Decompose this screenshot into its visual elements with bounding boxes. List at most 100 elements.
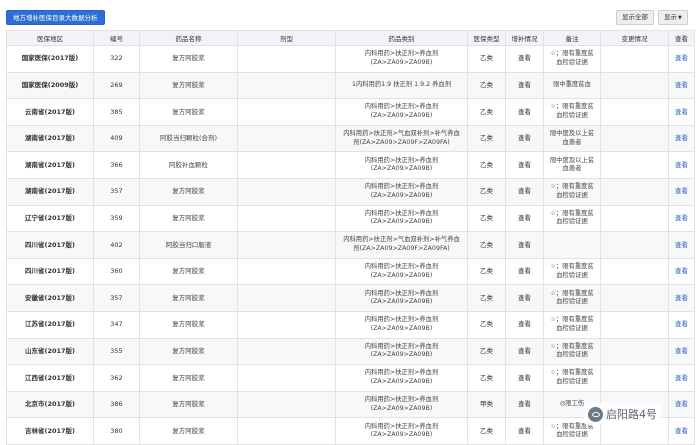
note-line: ☆；限有重度贫 — [550, 369, 594, 377]
cell-drug-category: 内科用药>扶正剂>养血剂 (ZA>ZA09>ZA09B) — [335, 284, 468, 312]
header-region[interactable]: 医保地区 — [6, 30, 94, 46]
table-body: 国家医保(2017版) 322 复方阿胶浆 内科用药>扶正剂>养血剂 (ZA>ZA09>… — [6, 45, 695, 445]
header-view[interactable]: 查看 — [668, 30, 695, 46]
view-link[interactable]: 查看 — [668, 390, 695, 419]
view-link[interactable]: 查看 — [668, 337, 695, 366]
view-link[interactable]: 查看 — [668, 284, 695, 312]
note-line: 血检验证据 — [556, 218, 588, 226]
show-columns-dropdown[interactable]: 显示▼ — [658, 10, 688, 25]
table-row[interactable]: 安徽省(2017版) 357 复方阿胶浆 内科用药>扶正剂>养血剂 (ZA>ZA09>Z… — [6, 284, 695, 312]
category-line: 内科用药>扶正剂>养血剂 — [364, 342, 439, 350]
category-line: 内科用药>扶正剂>气血双补剂>补气养血 — [343, 236, 460, 244]
table-row[interactable]: 湖南省(2017版) 409 阿胶当归颗粒(合剂) 内科用药>扶正剂>气血双补剂>补气… — [6, 124, 695, 153]
supplement-view-link[interactable]: 查看 — [505, 231, 544, 259]
header-note[interactable]: 备注 — [543, 30, 601, 46]
supplement-view-link[interactable]: 查看 — [505, 390, 544, 419]
header-change[interactable]: 变更情况 — [600, 30, 669, 46]
view-link[interactable]: 查看 — [668, 98, 695, 126]
supplement-view-link[interactable]: 查看 — [505, 124, 544, 153]
category-line: 内科用药>扶正剂>养血剂 — [364, 103, 439, 111]
table-row[interactable]: 湖南省(2017版) 357 复方阿胶浆 内科用药>扶正剂>养血剂 (ZA>ZA09>Z… — [6, 177, 695, 206]
view-link[interactable]: 查看 — [668, 177, 695, 206]
supplement-view-link[interactable]: 查看 — [505, 45, 544, 73]
cell-change — [600, 257, 669, 286]
header-drug-category[interactable]: 药品类别 — [335, 30, 468, 46]
medical-insurance-table: 医保地区 编号 药品名称 剂型 药品类别 医保类型 增补情况 备注 变更情况 查… — [6, 30, 695, 445]
supplement-view-link[interactable]: 查看 — [505, 71, 544, 100]
table-row[interactable]: 国家医保(2009版) 269 复方阿胶浆 1内科用药1.9 扶正剂 1.9.2 养血… — [6, 71, 695, 100]
cell-dosage-form — [237, 124, 336, 153]
category-line: (ZA>ZA09>ZA09B) — [370, 111, 433, 119]
supplement-view-link[interactable]: 查看 — [505, 310, 544, 339]
cell-insurance-type: 乙类 — [467, 257, 506, 286]
table-row[interactable]: 湖南省(2017版) 366 阿胶补血颗粒 内科用药>扶正剂>养血剂 (ZA>ZA09>… — [6, 151, 695, 179]
cell-drug-name: 复方阿胶浆 — [139, 45, 238, 73]
cell-region: 山东省(2017版) — [6, 337, 94, 366]
cell-insurance-type: 乙类 — [467, 337, 506, 366]
supplement-view-link[interactable]: 查看 — [505, 284, 544, 312]
view-link[interactable]: 查看 — [668, 124, 695, 153]
table-row[interactable]: 江苏省(2017版) 347 复方阿胶浆 内科用药>扶正剂>养血剂 (ZA>ZA09>Z… — [6, 310, 695, 339]
cell-drug-category: 内科用药>扶正剂>养血剂 (ZA>ZA09>ZA09B) — [335, 257, 468, 286]
show-all-button[interactable]: 显示全部 — [616, 10, 654, 25]
table-row[interactable]: 云南省(2017版) 385 复方阿胶浆 内科用药>扶正剂>养血剂 (ZA>ZA09>Z… — [6, 98, 695, 126]
cell-dosage-form — [237, 98, 336, 126]
category-line: (ZA>ZA09>ZA09B) — [370, 324, 433, 332]
supplement-view-link[interactable]: 查看 — [505, 364, 544, 392]
supplement-view-link[interactable]: 查看 — [505, 98, 544, 126]
view-link[interactable]: 查看 — [668, 310, 695, 339]
category-line: (ZA>ZA09>ZA09B) — [370, 191, 433, 199]
cell-insurance-type: 乙类 — [467, 71, 506, 100]
category-line: 剂(ZA>ZA09>ZA09F>ZA09FA) — [353, 138, 450, 146]
note-line: ☆；限有重度贫 — [550, 103, 594, 111]
note-line: 血检验证据 — [556, 431, 588, 439]
cell-insurance-type: 乙类 — [467, 124, 506, 153]
supplement-view-link[interactable]: 查看 — [505, 204, 544, 233]
view-link[interactable]: 查看 — [668, 45, 695, 73]
supplement-view-link[interactable]: 查看 — [505, 257, 544, 286]
view-link[interactable]: 查看 — [668, 204, 695, 233]
header-dosage-form[interactable]: 剂型 — [237, 30, 336, 46]
supplement-view-link[interactable]: 查看 — [505, 417, 544, 445]
category-line: 内科用药>扶正剂>养血剂 — [364, 156, 439, 164]
table-row[interactable]: 辽宁省(2017版) 359 复方阿胶浆 内科用药>扶正剂>养血剂 (ZA>ZA09>Z… — [6, 204, 695, 233]
supplement-view-link[interactable]: 查看 — [505, 177, 544, 206]
header-drug-name[interactable]: 药品名称 — [139, 30, 238, 46]
cell-drug-name: 复方阿胶浆 — [139, 364, 238, 392]
category-line: 内科用药>扶正剂>气血双补剂>补气养血 — [343, 130, 460, 138]
header-number[interactable]: 编号 — [93, 30, 140, 46]
table-row[interactable]: 四川省(2017版) 360 复方阿胶浆 内科用药>扶正剂>养血剂 (ZA>ZA09>Z… — [6, 257, 695, 286]
note-line: 血检验证据 — [556, 377, 588, 385]
table-row[interactable]: 江西省(2017版) 362 复方阿胶浆 内科用药>扶正剂>养血剂 (ZA>ZA09>Z… — [6, 364, 695, 392]
table-row[interactable]: 国家医保(2017版) 322 复方阿胶浆 内科用药>扶正剂>养血剂 (ZA>ZA09>… — [6, 45, 695, 73]
cell-drug-name: 复方阿胶浆 — [139, 284, 238, 312]
header-insurance-type[interactable]: 医保类型 — [467, 30, 506, 46]
cell-change — [600, 364, 669, 392]
view-link[interactable]: 查看 — [668, 231, 695, 259]
cell-dosage-form — [237, 71, 336, 100]
view-link[interactable]: 查看 — [668, 151, 695, 179]
big-data-analysis-button[interactable]: 地方增补医保目录大数据分析 — [6, 10, 105, 25]
cell-insurance-type: 乙类 — [467, 45, 506, 73]
view-link[interactable]: 查看 — [668, 364, 695, 392]
cell-change — [600, 284, 669, 312]
note-line: 血患者 — [562, 165, 582, 173]
view-link[interactable]: 查看 — [668, 417, 695, 445]
header-supplement[interactable]: 增补情况 — [505, 30, 544, 46]
show-columns-label: 显示 — [664, 13, 677, 21]
view-link[interactable]: 查看 — [668, 257, 695, 286]
category-line: (ZA>ZA09>ZA09B) — [370, 298, 433, 306]
table-row[interactable]: 山东省(2017版) 355 复方阿胶浆 内科用药>扶正剂>养血剂 (ZA>ZA09>Z… — [6, 337, 695, 366]
category-line: (ZA>ZA09>ZA09B) — [370, 351, 433, 359]
note-line: 血患者 — [562, 138, 582, 146]
supplement-view-link[interactable]: 查看 — [505, 337, 544, 366]
view-link[interactable]: 查看 — [668, 71, 695, 100]
table-row[interactable]: 四川省(2017版) 402 阿胶当归口服液 内科用药>扶正剂>气血双补剂>补气养血剂… — [6, 231, 695, 259]
cell-drug-category: 内科用药>扶正剂>养血剂 (ZA>ZA09>ZA09B) — [335, 177, 468, 206]
category-line: (ZA>ZA09>ZA09B) — [370, 377, 433, 385]
cell-number: 385 — [93, 98, 140, 126]
cell-insurance-type: 甲类 — [467, 390, 506, 419]
category-line: (ZA>ZA09>ZA09B) — [370, 218, 433, 226]
supplement-view-link[interactable]: 查看 — [505, 151, 544, 179]
cell-note: ☆；限有重度贫 血检验证据 — [543, 337, 601, 366]
